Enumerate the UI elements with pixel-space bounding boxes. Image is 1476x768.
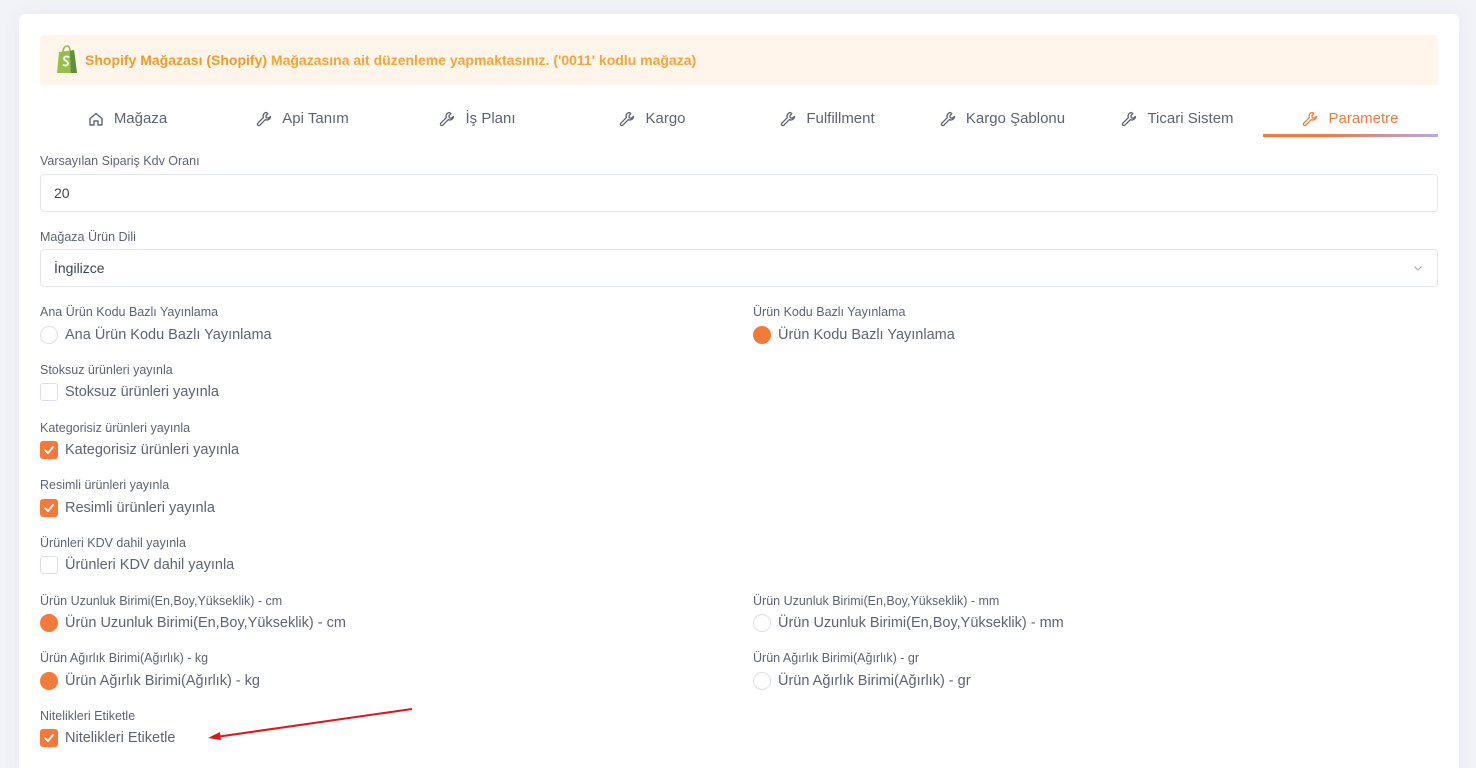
no-category-option-label: Kategorisiz ürünleri yayınla — [65, 442, 240, 458]
length-mm-option-label: Ürün Uzunluk Birimi(En,Boy,Yükseklik) - … — [778, 615, 1064, 631]
language-label: Mağaza Ürün Dili — [40, 230, 136, 244]
wrench-icon — [940, 111, 956, 126]
vat-included-checkbox-option[interactable]: Ürünleri KDV dahil yayınla — [40, 556, 234, 574]
language-select[interactable]: İngilizce — [40, 249, 1438, 287]
code-radio[interactable] — [753, 326, 771, 344]
language-value: İngilizce — [54, 260, 105, 276]
tab-magaza[interactable]: Mağaza — [40, 100, 215, 137]
tab-kargo[interactable]: Kargo — [565, 100, 740, 137]
vat-included-label: Ürünleri KDV dahil yayınla — [40, 536, 186, 550]
code-label: Ürün Kodu Bazlı Yayınlama — [753, 305, 906, 319]
main-code-radio-option[interactable]: Ana Ürün Kodu Bazlı Yayınlama — [40, 326, 272, 344]
no-category-checkbox[interactable] — [40, 441, 58, 459]
check-icon — [44, 446, 54, 454]
wrench-icon — [257, 111, 272, 126]
tab-bar: Mağaza Api Tanım İş Planı Kargo Fulfillm… — [40, 100, 1438, 140]
no-category-label: Kategorisiz ürünleri yayınla — [40, 421, 191, 435]
weight-gr-label: Ürün Ağırlık Birimi(Ağırlık) - gr — [753, 651, 919, 665]
wrench-icon — [781, 111, 796, 126]
tag-attributes-checkbox[interactable] — [40, 729, 58, 747]
tag-attributes-option-label: Nitelikleri Etiketle — [65, 730, 176, 746]
code-radio-option[interactable]: Ürün Kodu Bazlı Yayınlama — [753, 326, 955, 344]
weight-kg-label: Ürün Ağırlık Birimi(Ağırlık) - kg — [40, 651, 209, 665]
no-category-checkbox-option[interactable]: Kategorisiz ürünleri yayınla — [40, 441, 239, 459]
length-cm-radio[interactable] — [40, 614, 58, 632]
tab-label: Parametre — [1328, 110, 1399, 127]
length-cm-radio-option[interactable]: Ürün Uzunluk Birimi(En,Boy,Yükseklik) - … — [40, 614, 346, 632]
main-code-label: Ana Ürün Kodu Bazlı Yayınlama — [40, 305, 219, 319]
with-image-checkbox[interactable] — [40, 499, 58, 517]
tab-ticari-sistem[interactable]: Ticari Sistem — [1090, 100, 1265, 137]
check-icon — [44, 734, 54, 742]
notice-store-name: Shopify Mağazası (Shopify) — [85, 52, 268, 68]
weight-kg-radio-option[interactable]: Ürün Ağırlık Birimi(Ağırlık) - kg — [40, 672, 260, 690]
chevron-down-icon — [1414, 266, 1422, 271]
annotation-arrow-icon — [208, 708, 413, 740]
main-code-radio[interactable] — [40, 326, 58, 344]
vat-rate-label: Varsayılan Sipariş Kdv Oranı — [40, 154, 200, 168]
length-cm-label: Ürün Uzunluk Birimi(En,Boy,Yükseklik) - … — [40, 594, 283, 608]
length-mm-radio[interactable] — [753, 614, 771, 632]
tab-label: Mağaza — [113, 110, 168, 127]
length-cm-option-label: Ürün Uzunluk Birimi(En,Boy,Yükseklik) - … — [65, 615, 346, 631]
tab-label: İş Planı — [465, 110, 516, 127]
tab-label: Fulfillment — [806, 110, 875, 127]
no-stock-label: Stoksuz ürünleri yayınla — [40, 363, 173, 377]
length-mm-label: Ürün Uzunluk Birimi(En,Boy,Yükseklik) - … — [753, 594, 1000, 608]
active-tab-indicator — [1263, 134, 1438, 137]
weight-kg-radio[interactable] — [40, 672, 58, 690]
length-mm-radio-option[interactable]: Ürün Uzunluk Birimi(En,Boy,Yükseklik) - … — [753, 614, 1064, 632]
code-option-label: Ürün Kodu Bazlı Yayınlama — [778, 327, 955, 343]
tab-kargo-sablonu[interactable]: Kargo Şablonu — [915, 100, 1090, 137]
tab-api-tanim[interactable]: Api Tanım — [215, 100, 390, 137]
wrench-icon — [440, 111, 455, 126]
weight-gr-option-label: Ürün Ağırlık Birimi(Ağırlık) - gr — [778, 673, 971, 689]
tab-label: Kargo — [645, 110, 686, 127]
with-image-label: Resimli ürünleri yayınla — [40, 478, 170, 492]
wrench-icon — [620, 111, 635, 126]
tab-fulfillment[interactable]: Fulfillment — [740, 100, 915, 137]
tab-label: Ticari Sistem — [1147, 110, 1234, 127]
shopify-logo-icon — [54, 44, 80, 76]
tab-parametre[interactable]: Parametre — [1263, 100, 1438, 137]
with-image-checkbox-option[interactable]: Resimli ürünleri yayınla — [40, 499, 215, 517]
tab-label: Api Tanım — [282, 110, 349, 127]
weight-gr-radio-option[interactable]: Ürün Ağırlık Birimi(Ağırlık) - gr — [753, 672, 971, 690]
vat-rate-input[interactable]: 20 — [40, 174, 1438, 212]
check-icon — [44, 504, 54, 512]
vat-included-option-label: Ürünleri KDV dahil yayınla — [65, 557, 235, 573]
no-stock-checkbox-option[interactable]: Stoksuz ürünleri yayınla — [40, 383, 219, 401]
home-icon — [89, 112, 103, 126]
weight-gr-radio[interactable] — [753, 672, 771, 690]
notice-text: Shopify Mağazası (Shopify) Mağazasına ai… — [85, 52, 696, 68]
main-code-option-label: Ana Ürün Kodu Bazlı Yayınlama — [65, 327, 272, 343]
notice-message: Mağazasına ait düzenleme yapmaktasınız. … — [267, 52, 697, 68]
vat-rate-value: 20 — [54, 185, 70, 201]
tab-label: Kargo Şablonu — [965, 110, 1066, 127]
tag-attributes-checkbox-option[interactable]: Nitelikleri Etiketle — [40, 729, 175, 747]
vat-included-checkbox[interactable] — [40, 556, 58, 574]
with-image-option-label: Resimli ürünleri yayınla — [65, 500, 215, 516]
wrench-icon — [1122, 111, 1137, 126]
wrench-icon — [1303, 111, 1318, 126]
no-stock-option-label: Stoksuz ürünleri yayınla — [65, 384, 219, 400]
store-notice: Shopify Mağazası (Shopify) Mağazasına ai… — [40, 35, 1438, 85]
tag-attributes-label: Nitelikleri Etiketle — [40, 709, 136, 723]
weight-kg-option-label: Ürün Ağırlık Birimi(Ağırlık) - kg — [65, 673, 260, 689]
tab-is-plani[interactable]: İş Planı — [390, 100, 565, 137]
no-stock-checkbox[interactable] — [40, 383, 58, 401]
